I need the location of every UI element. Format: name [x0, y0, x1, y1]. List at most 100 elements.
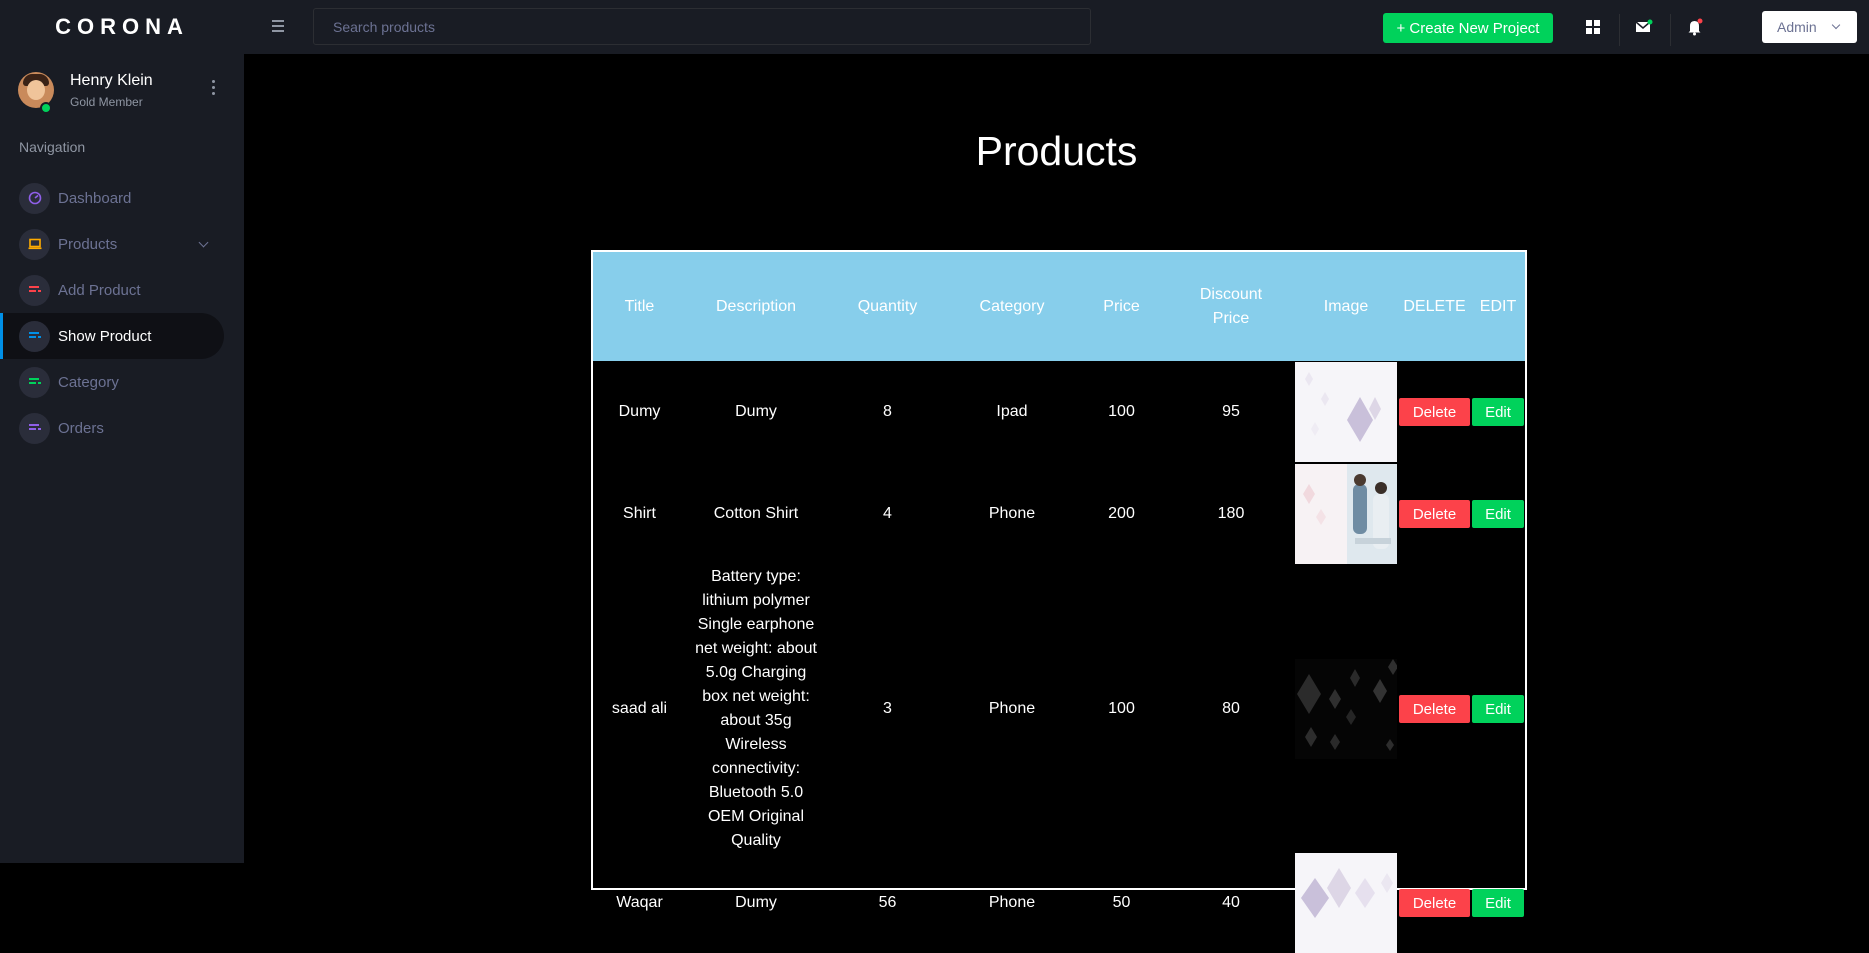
- sidebar-item-show-product[interactable]: Show Product: [0, 313, 224, 359]
- cell-edit: Edit: [1471, 853, 1525, 953]
- table-row: Waqar Dumy 56 Phone 50 40 Delete Edit: [593, 853, 1525, 953]
- sidebar-item-label: Products: [58, 235, 118, 253]
- column-header: Price: [1103, 297, 1140, 315]
- cell-discount-price: 95: [1222, 403, 1240, 420]
- column-header: Title: [624, 297, 655, 315]
- cell-discount-price: 80: [1222, 700, 1240, 717]
- list-icon: [19, 366, 50, 398]
- cell-description: Cotton Shirt: [713, 505, 799, 522]
- speedometer-icon: [19, 182, 50, 214]
- sidebar-item-dashboard[interactable]: Dashboard: [0, 175, 224, 221]
- laptop-icon: [19, 228, 50, 260]
- cell-title: Dumy: [618, 403, 661, 420]
- cell-description: Battery type: lithium polymer Single ear…: [695, 568, 817, 849]
- create-new-project-button[interactable]: + Create New Project: [1383, 13, 1553, 43]
- cell-category: Phone: [988, 505, 1036, 522]
- cell-image: [1294, 853, 1398, 953]
- cell-title: saad ali: [611, 700, 668, 717]
- sidebar: CORONA Henry Klein Gold Member Navigatio…: [0, 0, 244, 863]
- list-icon: [19, 274, 50, 306]
- sidebar-item-orders[interactable]: Orders: [0, 405, 224, 451]
- menu-toggle-icon[interactable]: [272, 20, 284, 35]
- active-indicator: [0, 313, 3, 359]
- sidebar-item-products[interactable]: Products: [0, 221, 224, 267]
- list-icon: [19, 412, 50, 444]
- grid-icon[interactable]: [1579, 13, 1607, 41]
- cell-delete: Delete: [1398, 463, 1471, 565]
- profile-menu-icon[interactable]: [212, 80, 218, 98]
- cell-discount-price: 180: [1217, 505, 1245, 522]
- cell-price: 100: [1108, 700, 1135, 717]
- mail-icon[interactable]: [1630, 13, 1658, 41]
- cell-delete: Delete: [1398, 853, 1471, 953]
- cell-category: Phone: [988, 894, 1036, 911]
- cell-image: [1294, 565, 1398, 853]
- search-input[interactable]: [313, 8, 1091, 45]
- cell-category: Ipad: [996, 403, 1028, 420]
- topbar-divider: [1619, 14, 1620, 46]
- column-header: DELETE: [1403, 297, 1466, 315]
- nav-heading: Navigation: [19, 139, 86, 155]
- product-image: [1295, 362, 1397, 462]
- cell-title: Shirt: [623, 505, 656, 522]
- sidebar-item-label: Show Product: [58, 327, 152, 345]
- column-header: Discount Price: [1199, 285, 1263, 327]
- edit-button[interactable]: Edit: [1472, 695, 1524, 723]
- column-header: Category: [979, 297, 1045, 315]
- sidebar-item-add-product[interactable]: Add Product: [0, 267, 224, 313]
- delete-button[interactable]: Delete: [1399, 500, 1470, 528]
- column-header: Quantity: [857, 297, 918, 315]
- column-header: Description: [715, 297, 797, 315]
- page-title: Products: [975, 128, 1138, 174]
- table-row: Shirt Cotton Shirt 4 Phone 200 180 Delet…: [593, 463, 1525, 565]
- cell-category: Phone: [988, 700, 1036, 717]
- table-row: Dumy Dumy 8 Ipad 100 95 Delete Edit: [593, 361, 1525, 463]
- sidebar-item-category[interactable]: Category: [0, 359, 224, 405]
- cell-price: 100: [1108, 403, 1135, 420]
- products-table: Title Description Quantity Category Pric…: [591, 250, 1527, 953]
- cell-quantity: 4: [883, 505, 892, 522]
- sidebar-item-label: Orders: [58, 419, 104, 437]
- cell-image: [1294, 361, 1398, 463]
- profile-name: Henry Klein: [70, 72, 153, 89]
- sidebar-item-label: Add Product: [58, 281, 141, 299]
- product-image: [1295, 659, 1397, 759]
- cell-title: Waqar: [616, 894, 663, 911]
- profile-role: Gold Member: [70, 95, 143, 109]
- chevron-down-icon: [198, 237, 209, 248]
- cell-description: Dumy: [735, 403, 777, 420]
- bell-icon[interactable]: [1681, 13, 1709, 41]
- edit-button[interactable]: Edit: [1472, 889, 1524, 917]
- sidebar-item-label: Category: [58, 373, 119, 391]
- cell-quantity: 8: [883, 403, 892, 420]
- cell-quantity: 56: [878, 894, 897, 911]
- cell-description: Dumy: [735, 894, 777, 911]
- online-status-dot: [40, 102, 52, 114]
- product-image: [1295, 464, 1397, 564]
- column-header: EDIT: [1479, 297, 1517, 315]
- admin-label: Admin: [1777, 19, 1817, 35]
- list-icon: [19, 320, 50, 352]
- column-header: Image: [1323, 297, 1369, 315]
- brand-logo[interactable]: CORONA: [0, 0, 244, 54]
- admin-dropdown[interactable]: Admin: [1762, 11, 1857, 43]
- cell-price: 200: [1108, 505, 1135, 522]
- cell-quantity: 3: [883, 700, 892, 717]
- chevron-down-icon: [1831, 20, 1841, 30]
- table-header-row: Title Description Quantity Category Pric…: [593, 252, 1525, 361]
- delete-button[interactable]: Delete: [1399, 398, 1470, 426]
- cell-edit: Edit: [1471, 565, 1525, 853]
- cell-delete: Delete: [1398, 361, 1471, 463]
- cell-image: [1294, 463, 1398, 565]
- product-image: [1295, 853, 1397, 953]
- topbar-divider: [1670, 14, 1671, 46]
- delete-button[interactable]: Delete: [1399, 889, 1470, 917]
- cell-edit: Edit: [1471, 463, 1525, 565]
- table-row: saad ali Battery type: lithium polymer S…: [593, 565, 1525, 853]
- edit-button[interactable]: Edit: [1472, 398, 1524, 426]
- cell-delete: Delete: [1398, 565, 1471, 853]
- sidebar-item-label: Dashboard: [58, 189, 132, 207]
- edit-button[interactable]: Edit: [1472, 500, 1524, 528]
- delete-button[interactable]: Delete: [1399, 695, 1470, 723]
- cell-price: 50: [1112, 894, 1131, 911]
